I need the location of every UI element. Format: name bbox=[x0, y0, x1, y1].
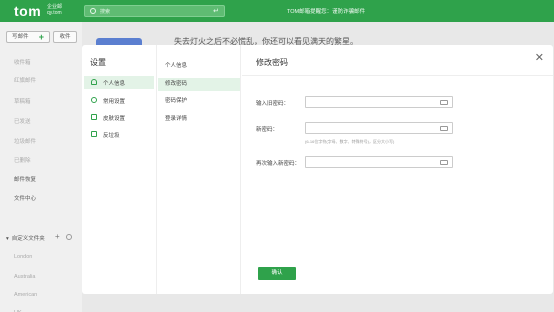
enter-icon[interactable]: ↵ bbox=[213, 7, 219, 15]
sidebar-item-flagged[interactable]: 红旗邮件 bbox=[14, 76, 36, 84]
logo[interactable]: tom bbox=[14, 3, 41, 19]
keyboard-icon[interactable] bbox=[440, 100, 448, 105]
shirt-icon bbox=[91, 114, 97, 120]
write-mail-button[interactable]: 写邮件 + bbox=[6, 31, 50, 43]
confirm-password-label: 再次输入新密码： bbox=[256, 161, 301, 167]
sidebar-item-inbox[interactable]: 收件箱 bbox=[14, 58, 31, 66]
old-password-field[interactable] bbox=[305, 96, 453, 108]
panel-title: 修改密码 bbox=[256, 58, 288, 67]
gear-icon bbox=[91, 97, 97, 103]
caret-down-icon: ▾ bbox=[6, 236, 9, 242]
subnav-login-details[interactable]: 登录详情 bbox=[158, 113, 240, 126]
settings-modal: 设置 个人信息 常用设置 皮肤设置 反垃圾 个人信息 修改密码 密码保护 登录详… bbox=[82, 45, 553, 294]
settings-nav-antispam[interactable]: 反垃圾 bbox=[84, 128, 154, 141]
panel-divider bbox=[242, 75, 553, 76]
top-bar: tom 企业邮 qy.tom 搜索 ↵ TOM邮箱提醒您：谨防诈骗邮件 bbox=[0, 0, 554, 22]
write-mail-label: 写邮件 bbox=[12, 34, 29, 40]
sidebar-item-drafts[interactable]: 草稿箱 bbox=[14, 97, 31, 105]
plus-icon: + bbox=[38, 32, 44, 42]
old-password-label: 输入旧密码： bbox=[256, 101, 290, 107]
close-icon[interactable]: ✕ bbox=[535, 51, 544, 64]
top-notice[interactable]: TOM邮箱提醒您：谨防诈骗邮件 bbox=[287, 7, 365, 15]
custom-folder-header[interactable]: ▾ 自定义文件夹 bbox=[6, 234, 45, 242]
sidebar-item-file-center[interactable]: 文件中心 bbox=[14, 194, 36, 202]
confirm-button[interactable]: 确认 bbox=[258, 267, 296, 280]
sidebar-item-recover[interactable]: 邮件恢复 bbox=[14, 175, 36, 183]
logo-subtitle-line2: qy.tom bbox=[47, 10, 62, 16]
search-placeholder[interactable]: 搜索 bbox=[100, 8, 110, 15]
settings-nav-label: 常用设置 bbox=[103, 99, 126, 105]
sidebar-folder-american[interactable]: American bbox=[14, 292, 37, 298]
custom-folder-label: 自定义文件夹 bbox=[11, 236, 45, 242]
sidebar: 写邮件 + 收件 收件箱 红旗邮件 草稿箱 已发送 垃圾邮件 已删除 邮件恢复 … bbox=[0, 22, 82, 312]
sidebar-folder-london[interactable]: London bbox=[14, 254, 32, 260]
subnav-change-password[interactable]: 修改密码 bbox=[158, 78, 240, 91]
new-password-label: 新密码： bbox=[256, 127, 279, 133]
new-password-field[interactable] bbox=[305, 122, 453, 134]
gear-icon[interactable] bbox=[66, 234, 72, 240]
search-icon bbox=[90, 8, 96, 14]
keyboard-icon[interactable] bbox=[440, 160, 448, 165]
sidebar-item-deleted[interactable]: 已删除 bbox=[14, 156, 31, 164]
subnav-password-protection[interactable]: 密码保护 bbox=[158, 95, 240, 108]
user-icon bbox=[91, 79, 97, 85]
search-box[interactable]: 搜索 ↵ bbox=[84, 5, 225, 17]
settings-nav-label: 个人信息 bbox=[103, 81, 126, 87]
subnav-profile[interactable]: 个人信息 bbox=[158, 60, 240, 73]
settings-nav-label: 反垃圾 bbox=[103, 133, 120, 139]
settings-nav-label: 皮肤设置 bbox=[103, 116, 126, 122]
settings-nav: 设置 个人信息 常用设置 皮肤设置 反垃圾 bbox=[82, 45, 157, 294]
settings-nav-profile[interactable]: 个人信息 bbox=[84, 76, 154, 89]
logo-subtitle: 企业邮 qy.tom bbox=[47, 4, 62, 16]
confirm-password-field[interactable] bbox=[305, 156, 453, 168]
trash-icon bbox=[91, 131, 97, 137]
add-folder-icon[interactable]: + bbox=[55, 232, 60, 241]
settings-nav-general[interactable]: 常用设置 bbox=[84, 94, 154, 107]
sidebar-item-sent[interactable]: 已发送 bbox=[14, 117, 31, 125]
settings-subnav: 个人信息 修改密码 密码保护 登录详情 bbox=[158, 45, 241, 294]
receive-mail-button[interactable]: 收件 bbox=[53, 31, 77, 43]
new-password-hint: (6-16位字符(字母、数字、特殊符号)，区分大小写) bbox=[305, 139, 395, 144]
settings-title: 设置 bbox=[90, 58, 106, 67]
sidebar-item-spam[interactable]: 垃圾邮件 bbox=[14, 137, 36, 145]
sidebar-folder-australia[interactable]: Australia bbox=[14, 274, 35, 280]
change-password-panel: 修改密码 ✕ 输入旧密码： 新密码： (6-16位字符(字母、数字、特殊符号)，… bbox=[242, 45, 553, 294]
settings-nav-skin[interactable]: 皮肤设置 bbox=[84, 111, 154, 124]
keyboard-icon[interactable] bbox=[440, 126, 448, 131]
